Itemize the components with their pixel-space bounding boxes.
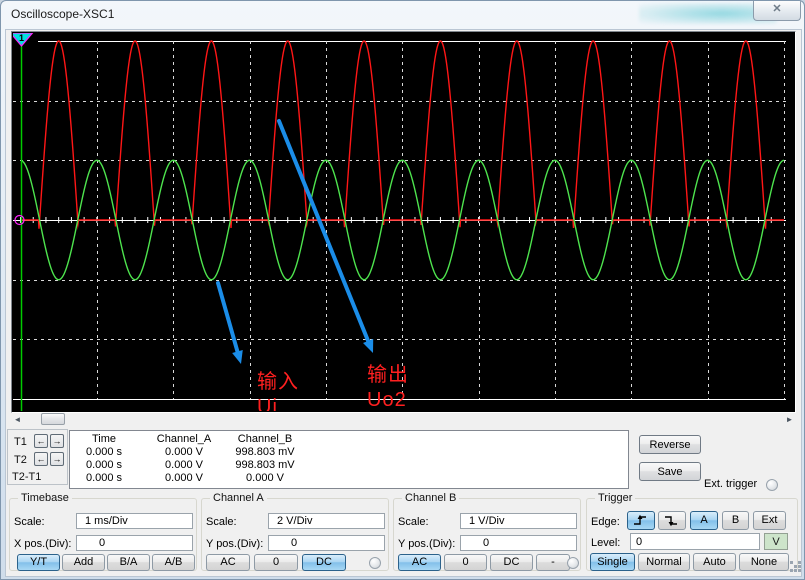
channel-a-terminal[interactable] xyxy=(369,557,381,569)
t2-t1-label: T2-T1 xyxy=(12,471,41,483)
rising-edge-button[interactable] xyxy=(627,511,655,530)
trigger-source-b-button[interactable]: B xyxy=(722,511,749,530)
t2-left-button[interactable]: ← xyxy=(34,452,48,466)
ba-mode-button[interactable]: B/A xyxy=(107,554,150,571)
scope-display-frame: 输入 Ui 输出 Uo2 xyxy=(11,31,796,413)
scope-screen: 输入 Ui 输出 Uo2 xyxy=(13,33,794,411)
trigger-group: Trigger Edge: A B Ext Level: V Single No… xyxy=(586,498,798,571)
annotation-output-line1: 输出 xyxy=(367,363,409,388)
t2-row: 0.000 s 0.000 V 998.803 mV xyxy=(70,459,628,472)
add-mode-button[interactable]: Add xyxy=(62,554,105,571)
t1-right-button[interactable]: → xyxy=(50,434,64,448)
trigger-level-input[interactable] xyxy=(630,533,760,550)
channel-b-scale-label: Scale: xyxy=(398,516,429,528)
channel-b-minus-button[interactable]: - xyxy=(536,554,570,571)
annotation-input: 输入 Ui xyxy=(257,370,299,411)
resize-grip[interactable] xyxy=(790,561,793,564)
channel-b-ac-button[interactable]: AC xyxy=(398,554,441,571)
t1-row: 0.000 s 0.000 V 998.803 mV xyxy=(70,446,628,459)
t1-label: T1 xyxy=(14,436,27,448)
scroll-left-icon: ◄ xyxy=(14,415,22,424)
trigger-single-button[interactable]: Single xyxy=(590,553,635,571)
channel-a-dc-button[interactable]: DC xyxy=(302,554,346,571)
trigger-caption: Trigger xyxy=(595,492,635,504)
scrollbar-thumb[interactable] xyxy=(41,413,65,425)
scope-scrollbar[interactable]: ◄ ► xyxy=(11,413,796,426)
channel-a-ypos-label: Y pos.(Div): xyxy=(206,538,263,550)
ab-mode-button[interactable]: A/B xyxy=(152,554,195,571)
t2-t1-row: 0.000 s 0.000 V 0.000 V xyxy=(70,472,628,485)
falling-edge-button[interactable] xyxy=(658,511,686,530)
rising-edge-icon xyxy=(633,514,649,527)
channel-b-ypos-input[interactable] xyxy=(460,535,577,551)
timebase-group: Timebase Scale: X pos.(Div): Y/T Add B/A… xyxy=(9,498,197,571)
oscilloscope-window: Oscilloscope-XSC1 ✕ 输入 Ui 输出 Uo2 ◄ ► xyxy=(0,0,805,580)
channel-a-ac-button[interactable]: AC xyxy=(206,554,250,571)
channel-b-terminal[interactable] xyxy=(567,557,579,569)
trigger-level-unit-select[interactable]: V xyxy=(764,533,788,550)
t2-t1-time: 0.000 s xyxy=(70,472,138,485)
t1-left-button[interactable]: ← xyxy=(34,434,48,448)
falling-edge-icon xyxy=(664,514,680,527)
annotation-output: 输出 Uo2 xyxy=(367,363,409,411)
annotation-output-line2: Uo2 xyxy=(367,388,409,411)
scrollbar-right-button[interactable]: ► xyxy=(783,413,796,426)
channel-b-ypos-label: Y pos.(Div): xyxy=(398,538,455,550)
channel-b-caption: Channel B xyxy=(402,492,459,504)
close-icon: ✕ xyxy=(772,3,781,15)
channel-a-ypos-input[interactable] xyxy=(268,535,385,551)
reverse-button[interactable]: Reverse xyxy=(639,435,701,454)
scrollbar-left-button[interactable]: ◄ xyxy=(11,413,24,426)
ext-trigger-label: Ext. trigger xyxy=(704,478,757,490)
channel-a-scale-input[interactable] xyxy=(268,513,385,529)
channel-a-scale-label: Scale: xyxy=(206,516,237,528)
t2-channel-a: 0.000 V xyxy=(138,459,230,472)
save-button[interactable]: Save xyxy=(639,462,701,481)
scroll-right-icon: ► xyxy=(786,415,794,424)
channel-a-group: Channel A Scale: Y pos.(Div): AC 0 DC xyxy=(201,498,389,571)
trigger-normal-button[interactable]: Normal xyxy=(638,553,690,571)
measurement-header-row: Time Channel_A Channel_B xyxy=(70,433,628,446)
trigger-auto-button[interactable]: Auto xyxy=(693,553,736,571)
scope-waveform-canvas[interactable] xyxy=(13,33,794,411)
channel-b-group: Channel B Scale: Y pos.(Div): AC 0 DC - xyxy=(393,498,581,571)
trigger-none-button[interactable]: None xyxy=(739,553,789,571)
t2-label: T2 xyxy=(14,454,27,466)
timebase-xpos-label: X pos.(Div): xyxy=(14,538,71,550)
title-bar[interactable]: Oscilloscope-XSC1 ✕ xyxy=(1,1,804,29)
t2-right-button[interactable]: → xyxy=(50,452,64,466)
measurement-list[interactable]: Time Channel_A Channel_B 0.000 s 0.000 V… xyxy=(69,430,629,489)
trigger-source-ext-button[interactable]: Ext xyxy=(753,511,786,530)
trigger-source-a-button[interactable]: A xyxy=(690,511,718,530)
cursor-box: T1 ← → T2 ← → T2-T1 xyxy=(7,429,68,485)
timebase-scale-label: Scale: xyxy=(14,516,45,528)
channel-b-scale-input[interactable] xyxy=(460,513,577,529)
channel-a-caption: Channel A xyxy=(210,492,267,504)
t1-time: 0.000 s xyxy=(70,446,138,459)
timebase-scale-input[interactable] xyxy=(76,513,193,529)
t2-time: 0.000 s xyxy=(70,459,138,472)
yt-mode-button[interactable]: Y/T xyxy=(17,554,60,571)
col-time: Time xyxy=(70,433,138,446)
trigger-edge-label: Edge: xyxy=(591,516,620,528)
col-channel-a: Channel_A xyxy=(138,433,230,446)
channel-b-dc-button[interactable]: DC xyxy=(490,554,533,571)
annotation-input-line2: Ui xyxy=(257,395,299,411)
t2-t1-channel-a: 0.000 V xyxy=(138,472,230,485)
t1-channel-a: 0.000 V xyxy=(138,446,230,459)
t1-channel-b: 998.803 mV xyxy=(230,446,300,459)
trigger-level-label: Level: xyxy=(591,537,620,549)
channel-a-zero-button[interactable]: 0 xyxy=(254,554,298,571)
channel-b-zero-button[interactable]: 0 xyxy=(444,554,487,571)
close-button[interactable]: ✕ xyxy=(753,1,801,21)
ext-trigger-terminal[interactable] xyxy=(766,479,778,491)
timebase-caption: Timebase xyxy=(18,492,72,504)
window-title: Oscilloscope-XSC1 xyxy=(11,7,114,21)
t2-channel-b: 998.803 mV xyxy=(230,459,300,472)
trigger-level-unit: V xyxy=(772,536,779,548)
annotation-input-line1: 输入 xyxy=(257,370,299,395)
col-channel-b: Channel_B xyxy=(230,433,300,446)
t2-t1-channel-b: 0.000 V xyxy=(230,472,300,485)
timebase-xpos-input[interactable] xyxy=(76,535,193,551)
